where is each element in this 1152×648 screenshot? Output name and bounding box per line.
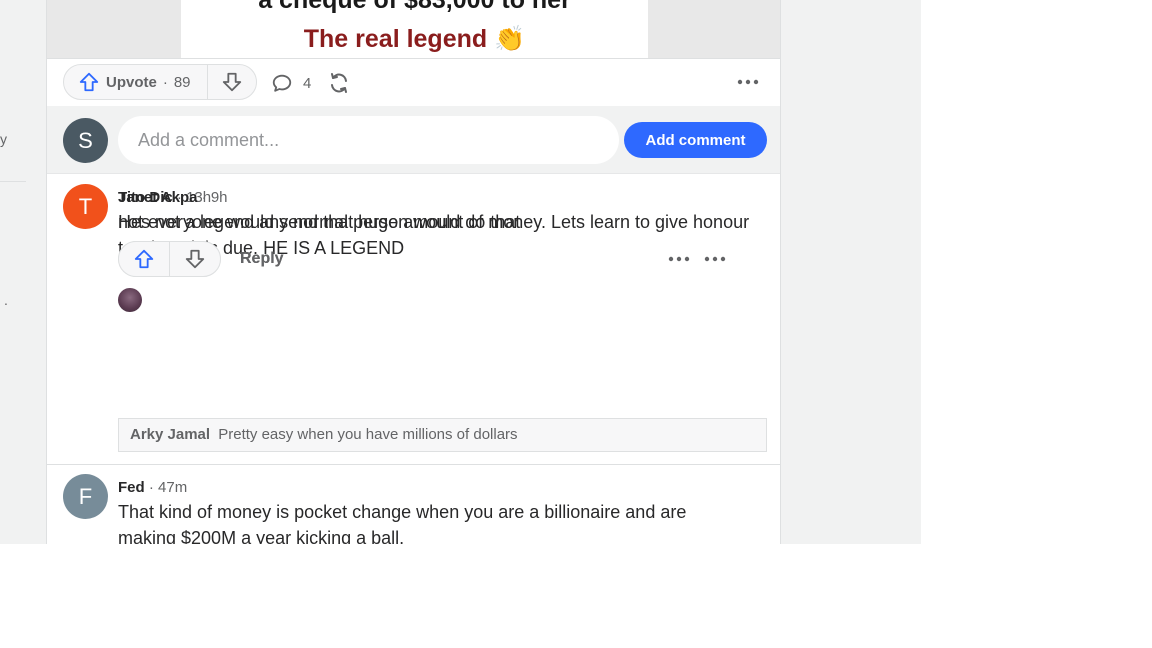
reply-button[interactable]: Reply <box>240 250 284 268</box>
upvote-count: 89 <box>173 73 191 91</box>
collapsed-reply-author: Arky Jamal <box>130 426 211 443</box>
comment-input[interactable] <box>118 116 619 164</box>
reply-header: Janet Akpa · 9h <box>118 189 228 206</box>
post-vote-group: Upvote · 89 <box>63 64 257 100</box>
post-image-caption: The real legend 👏 <box>303 25 526 53</box>
left-sidebar: y . <box>0 0 46 544</box>
sidebar-fragment: . <box>4 292 8 308</box>
comment-time[interactable]: · 47m <box>149 479 187 496</box>
upvote-label: Upvote <box>106 73 157 91</box>
add-comment-button[interactable]: Add comment <box>624 122 767 158</box>
reply-author[interactable]: Janet Akpa <box>118 189 197 206</box>
post-more-button[interactable] <box>733 70 763 94</box>
post-action-bar: Upvote · 89 4 <box>47 58 780 106</box>
reply-time[interactable]: · 9h <box>202 189 228 206</box>
user-avatar[interactable]: S <box>63 118 108 163</box>
reply-upvote-button[interactable] <box>119 242 170 276</box>
reply-author-avatar[interactable] <box>118 288 142 312</box>
comment-count: 4 <box>303 74 312 92</box>
right-sidebar <box>781 0 921 544</box>
reply-actions: Reply <box>118 241 766 277</box>
downvote-button[interactable] <box>208 65 256 99</box>
sidebar-fragment: y <box>0 131 7 147</box>
upvote-button[interactable]: Upvote · 89 <box>64 65 208 99</box>
upvote-arrow-icon <box>78 71 100 93</box>
upvote-arrow-icon <box>133 248 155 270</box>
sidebar-divider <box>0 181 26 182</box>
reply-downvote-button[interactable] <box>170 242 220 276</box>
comments-button[interactable]: 4 <box>271 72 311 94</box>
reply-vote-group <box>118 241 221 277</box>
commenter-avatar[interactable]: F <box>63 474 108 519</box>
reply-more-button[interactable] <box>700 247 730 271</box>
comment-text: That kind of money is pocket change when… <box>118 502 687 544</box>
collapsed-reply[interactable]: Arky Jamal Pretty easy when you have mil… <box>118 418 767 452</box>
downvote-arrow-icon <box>221 71 243 93</box>
post-card: a cheque of $83,000 to her The real lege… <box>46 0 781 544</box>
post-image-text: a cheque of $83,000 to her <box>258 0 571 14</box>
collapsed-reply-text: Pretty easy when you have millions of do… <box>218 426 518 443</box>
separator-dot: · <box>162 73 168 91</box>
comment-composer: S Add comment <box>47 106 780 174</box>
comment-item: F Fed · 47m That kind of money is pocket… <box>47 464 780 544</box>
comment-item: T Tito Dic · 13h Hes not a legend any no… <box>47 174 780 465</box>
post-image-area: a cheque of $83,000 to her The real lege… <box>47 0 780 59</box>
comment-author[interactable]: Fed <box>118 479 145 496</box>
share-button[interactable] <box>327 71 351 95</box>
screen: y . a cheque of $83,000 to her The real … <box>0 0 1152 544</box>
downvote-arrow-icon <box>184 248 206 270</box>
comment-header: Fed · 47m <box>118 479 187 496</box>
commenter-avatar[interactable]: T <box>63 184 108 229</box>
comment-bubble-icon <box>271 72 293 94</box>
more-dots-icon <box>737 79 759 85</box>
more-dots-icon <box>704 256 726 262</box>
post-image[interactable]: a cheque of $83,000 to her The real lege… <box>181 0 648 58</box>
share-cycle-icon <box>327 71 351 95</box>
